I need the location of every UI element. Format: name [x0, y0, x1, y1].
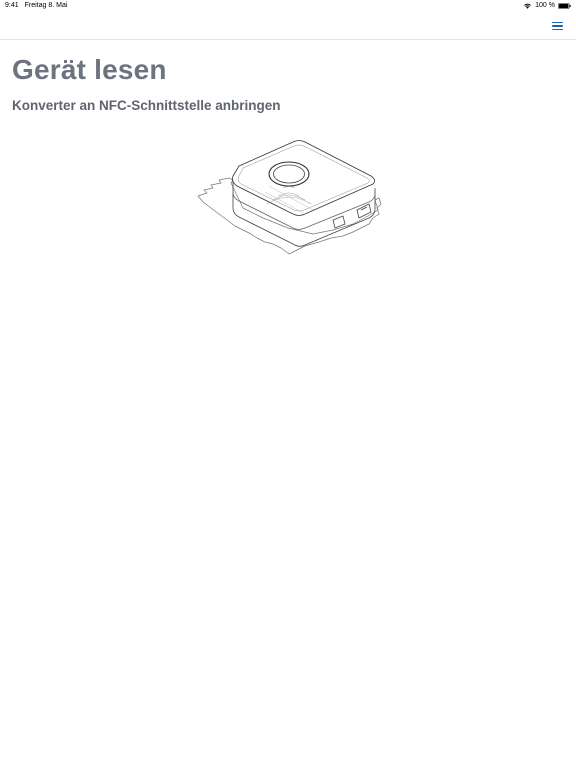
page-subtitle: Konverter an NFC-Schnittstelle anbringen: [12, 98, 281, 113]
page-title: Gerät lesen: [12, 54, 167, 85]
battery-percentage: 100 %: [535, 2, 555, 9]
app-screen: 9:41 Freitag 8. Mai 100 % Gerät lesen Ko…: [0, 0, 576, 768]
navigation-bar: [0, 12, 576, 40]
nfc-converter-device-icon: [197, 140, 382, 255]
status-bar: 9:41 Freitag 8. Mai 100 %: [0, 0, 576, 12]
status-time: 9:41: [5, 2, 19, 9]
status-right: 100 %: [523, 2, 571, 9]
menu-button[interactable]: [552, 19, 566, 33]
hamburger-menu-icon-line: [552, 28, 563, 31]
status-date: Freitag 8. Mai: [24, 2, 68, 9]
battery-icon: [558, 2, 571, 9]
status-left: 9:41 Freitag 8. Mai: [5, 2, 67, 9]
hamburger-menu-icon: [552, 21, 563, 24]
hamburger-menu-icon-line: [552, 25, 563, 27]
wifi-icon: [524, 3, 532, 9]
